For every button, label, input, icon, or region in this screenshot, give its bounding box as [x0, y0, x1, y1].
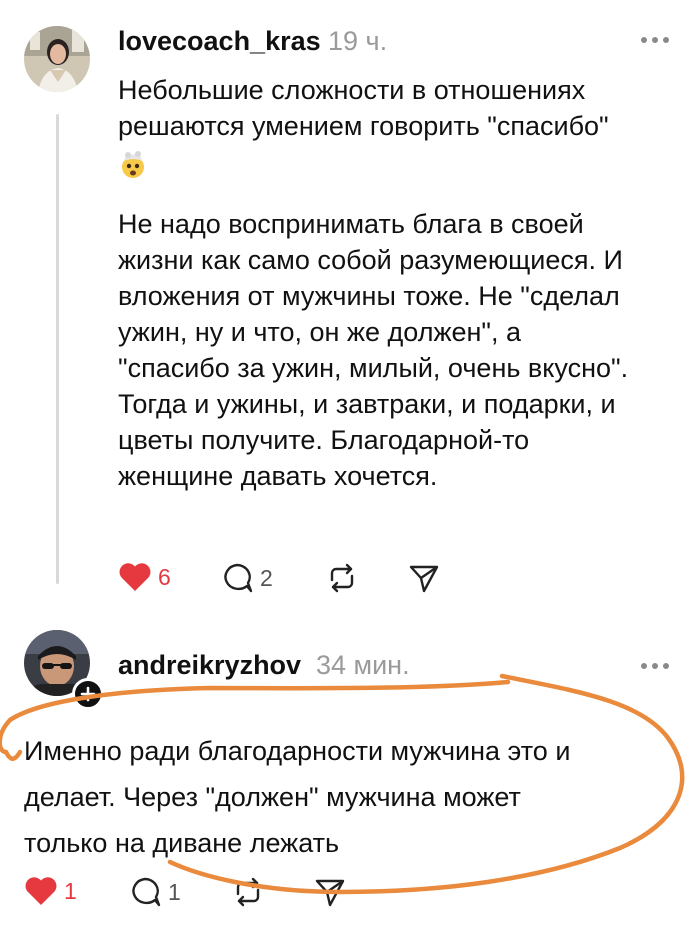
text-line: жизни как само собой разумеющиеся. И	[118, 245, 623, 275]
exploding-head-emoji-icon	[118, 149, 148, 179]
more-dots-icon[interactable]	[638, 656, 672, 676]
like-button[interactable]: 6	[118, 562, 171, 592]
text-line: Не надо воспринимать блага в своей	[118, 209, 584, 239]
text-line: делает. Через "должен" мужчина может	[24, 782, 521, 812]
text-line: ужин, ну и что, он же должен", а	[118, 317, 522, 347]
text-line: Тогда и ужины, и завтраки, и подарки, и	[118, 389, 616, 419]
like-count: 1	[64, 877, 77, 904]
username[interactable]: andreikryzhov	[118, 650, 301, 681]
username[interactable]: lovecoach_kras	[118, 26, 321, 57]
share-button[interactable]	[408, 562, 440, 594]
heart-icon	[25, 877, 57, 905]
comment-bubble-icon	[224, 563, 253, 593]
text-line: решаются умением говорить "спасибо"	[118, 111, 609, 141]
post-body: Небольшие сложности в отношениях решаютс…	[118, 72, 678, 494]
comment-button[interactable]: 2	[220, 562, 273, 594]
more-dots-icon[interactable]	[638, 30, 672, 50]
text-line: женщине давать хочется.	[118, 461, 438, 491]
comment-count: 2	[260, 564, 273, 591]
post-body: Именно ради благодарности мужчина это и …	[24, 728, 664, 866]
follow-plus-badge[interactable]	[72, 678, 104, 710]
avatar-lovecoach[interactable]	[24, 26, 90, 92]
thread-line	[56, 114, 59, 584]
heart-icon	[119, 563, 151, 591]
share-button[interactable]	[314, 876, 346, 908]
send-icon	[315, 879, 345, 907]
comment-count: 1	[168, 878, 181, 905]
text-line: Небольшие сложности в отношениях	[118, 75, 586, 105]
comment-bubble-icon	[132, 877, 161, 907]
like-button[interactable]: 1	[24, 876, 77, 906]
post-time: 34 мин.	[316, 650, 410, 680]
text-line: "спасибо за ужин, милый, очень вкусно".	[118, 353, 629, 383]
repost-icon	[330, 563, 354, 593]
text-line: Именно ради благодарности мужчина это и	[24, 736, 571, 766]
text-line: цветы получите. Благодарной-то	[118, 425, 530, 455]
like-count: 6	[158, 563, 171, 590]
repost-button[interactable]	[326, 562, 358, 594]
text-line: только на диване лежать	[24, 828, 340, 858]
text-line: вложения от мужчины тоже. Не "сделал	[118, 281, 620, 311]
plus-icon	[80, 686, 96, 702]
send-icon	[409, 565, 439, 593]
repost-button[interactable]	[232, 876, 264, 908]
comment-button[interactable]: 1	[128, 876, 181, 908]
post-time: 19 ч.	[328, 26, 388, 56]
repost-icon	[236, 877, 260, 907]
